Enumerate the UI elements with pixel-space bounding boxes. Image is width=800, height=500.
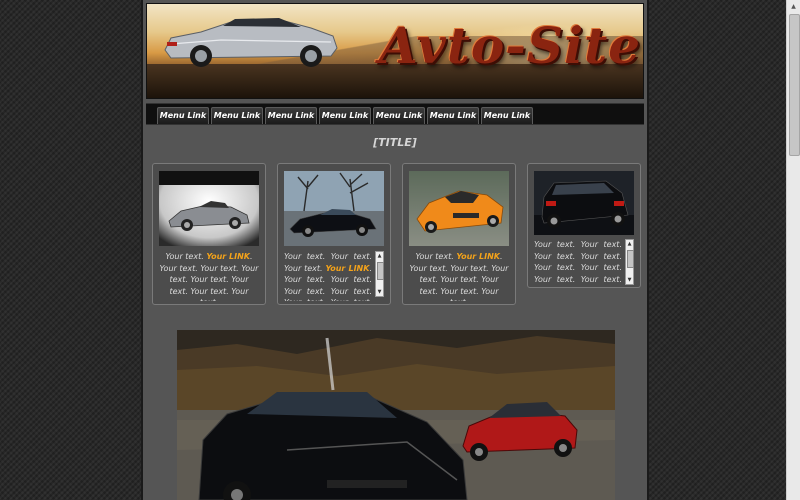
card-3-image	[409, 171, 509, 246]
card-2-text: Your text. Your text. Your text. Your LI…	[284, 251, 372, 301]
card-4-image	[534, 171, 634, 235]
card-4-scroll-down-icon[interactable]: ▼	[626, 276, 633, 284]
feature-card-4: Your text. Your text. Your text. Your te…	[527, 163, 641, 288]
card-4-text-pre: Your text. Your text. Your text. Your te…	[534, 240, 622, 284]
card-4-scroll-up-icon[interactable]: ▲	[626, 240, 633, 248]
feature-card-1: Your text. Your LINK. Your text. Your te…	[152, 163, 266, 305]
site-logo: Avto-Site	[379, 16, 642, 75]
card-1-text: Your text. Your LINK. Your text. Your te…	[159, 251, 259, 301]
card-4-text: Your text. Your text. Your text. Your te…	[534, 239, 622, 285]
page-scroll-thumb[interactable]	[789, 14, 800, 156]
card-1-image	[159, 171, 259, 246]
card-2-image	[284, 171, 384, 246]
nav-bar: Menu Link Menu Link Menu Link Menu Link …	[146, 103, 644, 125]
nav-menu-link-1[interactable]: Menu Link	[157, 107, 209, 124]
card-2-scroll-thumb[interactable]	[377, 262, 384, 280]
page-title: [TITLE]	[373, 136, 417, 149]
card-3-link[interactable]: Your LINK	[456, 252, 500, 261]
feature-card-3: Your text. Your LINK. Your text. Your te…	[402, 163, 516, 305]
nav-menu-link-3[interactable]: Menu Link	[265, 107, 317, 124]
card-4-scrollbar[interactable]: ▲ ▼	[625, 239, 634, 285]
card-2-link[interactable]: Your LINK	[325, 264, 369, 273]
nav-menu-link-7[interactable]: Menu Link	[481, 107, 533, 124]
card-3-text: Your text. Your LINK. Your text. Your te…	[409, 251, 509, 301]
nav-menu-link-6[interactable]: Menu Link	[427, 107, 479, 124]
card-1-text-pre: Your text.	[165, 252, 207, 261]
nav-menu: Menu Link Menu Link Menu Link Menu Link …	[157, 107, 533, 124]
page-scrollbar[interactable]: ▲	[786, 0, 800, 500]
card-2-scrollbar[interactable]: ▲ ▼	[375, 251, 384, 297]
feature-card-2: Your text. Your text. Your text. Your LI…	[277, 163, 391, 305]
card-1-link[interactable]: Your LINK	[206, 252, 250, 261]
site-container: Avto-Site Menu Link Menu Link Menu Link …	[141, 0, 649, 500]
nav-menu-link-4[interactable]: Menu Link	[319, 107, 371, 124]
card-2-scroll-up-icon[interactable]: ▲	[376, 252, 383, 260]
header-banner: Avto-Site	[146, 3, 644, 99]
page-scroll-up-icon[interactable]: ▲	[787, 0, 800, 14]
card-3-text-pre: Your text.	[415, 252, 457, 261]
banner-car-image	[164, 18, 338, 67]
main-photo	[177, 330, 615, 500]
card-2-scroll-down-icon[interactable]: ▼	[376, 288, 383, 296]
card-4-scroll-thumb[interactable]	[627, 250, 634, 268]
nav-menu-link-2[interactable]: Menu Link	[211, 107, 263, 124]
nav-menu-link-5[interactable]: Menu Link	[373, 107, 425, 124]
